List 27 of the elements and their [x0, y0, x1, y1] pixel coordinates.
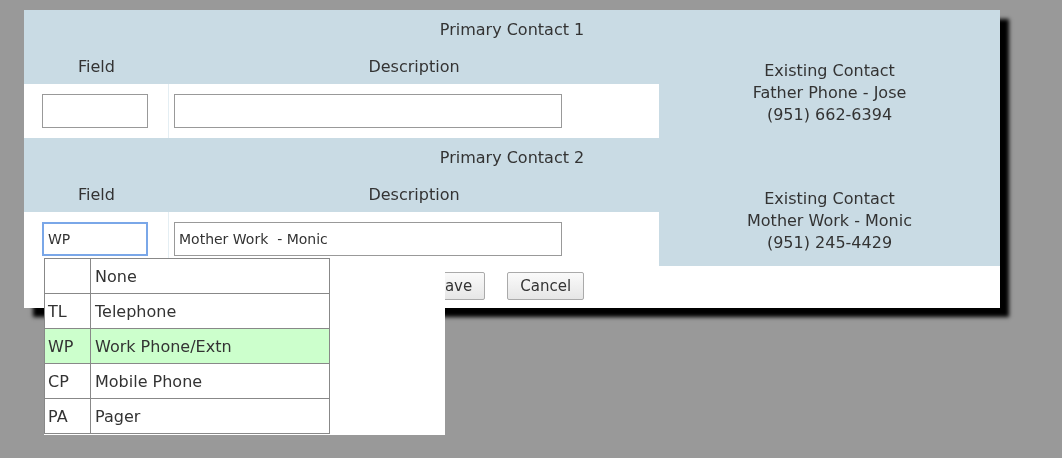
column-header: Description [367, 56, 461, 76]
dropdown-option[interactable]: CP Mobile Phone [45, 363, 329, 398]
column-header: Field [77, 184, 116, 204]
section-title: Primary Contact 1 [438, 19, 586, 39]
description-input[interactable]: Mother Work - Monic [174, 222, 562, 256]
dropdown-option[interactable]: TL Telephone [45, 293, 329, 328]
field-code-input[interactable] [42, 94, 148, 128]
column-header: Description [367, 184, 461, 204]
option-code: PA [45, 399, 91, 433]
column-header: Field [77, 56, 116, 76]
section-title: Primary Contact 2 [438, 147, 586, 167]
existing-contact-name: Mother Work - Monic [747, 210, 912, 232]
description-input[interactable] [174, 94, 562, 128]
field-code-input[interactable]: WP [42, 222, 148, 256]
existing-contact-heading: Existing Contact [764, 188, 895, 210]
existing-contact-heading: Existing Contact [764, 60, 895, 82]
cancel-button[interactable]: Cancel [507, 272, 585, 300]
option-label: Mobile Phone [94, 370, 203, 393]
dropdown-option[interactable]: PA Pager [45, 398, 329, 433]
existing-contact-phone: (951) 245-4429 [766, 232, 893, 254]
existing-contact-phone: (951) 662-6394 [766, 104, 893, 126]
option-label: Work Phone/Extn [94, 335, 232, 358]
existing-contact-name: Father Phone - Jose [752, 82, 907, 104]
option-label: Telephone [94, 300, 177, 323]
option-label: Pager [94, 405, 141, 428]
option-label: None [94, 265, 137, 288]
dropdown-option[interactable]: WP Work Phone/Extn [45, 328, 329, 363]
